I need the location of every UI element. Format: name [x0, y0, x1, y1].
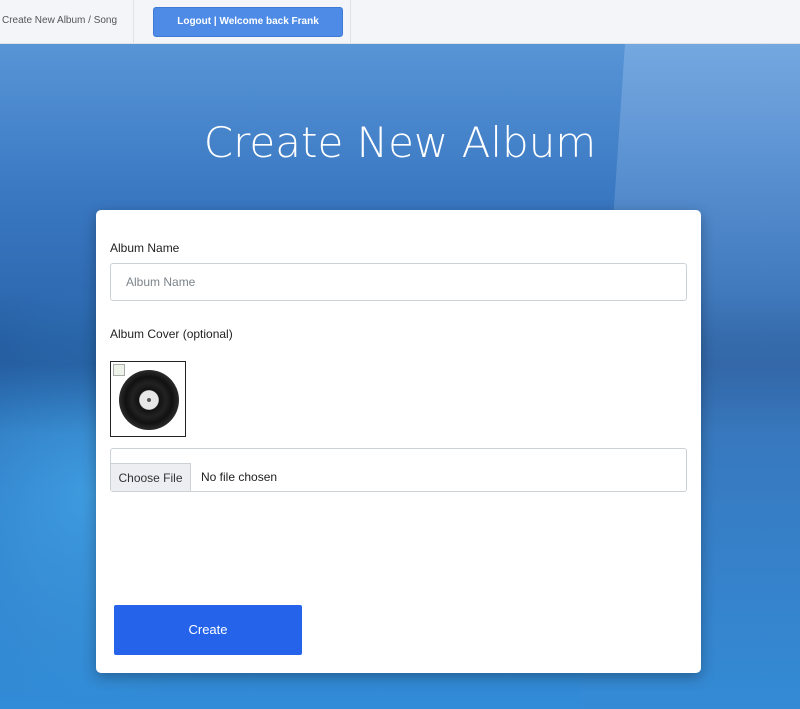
broken-image-icon	[113, 364, 125, 376]
album-cover-file-input[interactable]: Choose File No file chosen	[110, 448, 687, 492]
nav-link-create-album-song[interactable]: Create New Album / Song	[0, 0, 134, 44]
nav-divider	[350, 0, 351, 44]
album-name-label: Album Name	[110, 241, 180, 255]
logout-button[interactable]: Logout | Welcome back Frank	[153, 7, 343, 37]
vinyl-hole	[147, 398, 151, 402]
album-cover-label: Album Cover (optional)	[110, 327, 233, 341]
choose-file-button[interactable]: Choose File	[111, 463, 191, 491]
album-cover-preview	[110, 361, 186, 437]
create-button[interactable]: Create	[114, 605, 302, 655]
vinyl-record-icon	[119, 370, 179, 430]
album-form-card: Album Name Album Cover (optional) Choose…	[96, 210, 701, 673]
album-name-input[interactable]	[110, 263, 687, 301]
page-title: Create New Album	[203, 118, 597, 167]
file-status-text: No file chosen	[201, 470, 278, 484]
top-nav-bar: Create New Album / Song Logout | Welcome…	[0, 0, 800, 44]
